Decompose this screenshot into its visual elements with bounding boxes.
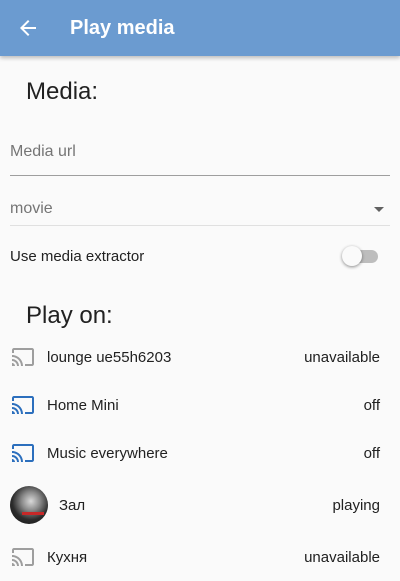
player-row[interactable]: Home Mini off <box>0 381 400 429</box>
player-name: Зал <box>59 496 86 514</box>
media-extractor-toggle[interactable] <box>342 246 378 266</box>
player-state: unavailable <box>304 548 380 566</box>
media-type-value: movie <box>10 200 53 217</box>
dropdown-arrow-icon <box>374 206 384 212</box>
player-row[interactable]: Music everywhere off <box>0 429 400 477</box>
album-art-avatar <box>10 486 48 524</box>
player-state: unavailable <box>304 348 380 366</box>
player-state: off <box>363 444 380 462</box>
player-name: lounge ue55h6203 <box>47 348 172 366</box>
cast-icon <box>10 440 36 466</box>
media-extractor-label: Use media extractor <box>10 247 145 265</box>
toggle-thumb <box>342 246 362 266</box>
player-list: lounge ue55h6203 unavailable Home Mini o… <box>0 333 400 581</box>
media-extractor-row: Use media extractor <box>10 242 390 270</box>
media-url-input[interactable] <box>10 128 390 176</box>
player-row[interactable]: lounge ue55h6203 unavailable <box>0 333 400 381</box>
cast-icon <box>10 392 36 418</box>
player-name: Home Mini <box>47 396 119 414</box>
media-type-select[interactable]: movie <box>10 193 390 226</box>
arrow-back-icon <box>20 20 36 36</box>
play-on-heading: Play on: <box>26 302 113 329</box>
player-row[interactable]: Зал playing <box>0 477 400 533</box>
player-state: off <box>363 396 380 414</box>
cast-icon <box>10 544 36 570</box>
app-bar: Play media <box>0 0 400 56</box>
cast-icon <box>10 344 36 370</box>
page-title: Play media <box>70 16 175 39</box>
media-heading: Media: <box>26 78 99 105</box>
player-state: playing <box>332 496 380 514</box>
player-name: Кухня <box>47 548 88 566</box>
back-button[interactable] <box>0 0 56 56</box>
player-name: Music everywhere <box>47 444 168 462</box>
player-row[interactable]: Кухня unavailable <box>0 533 400 581</box>
